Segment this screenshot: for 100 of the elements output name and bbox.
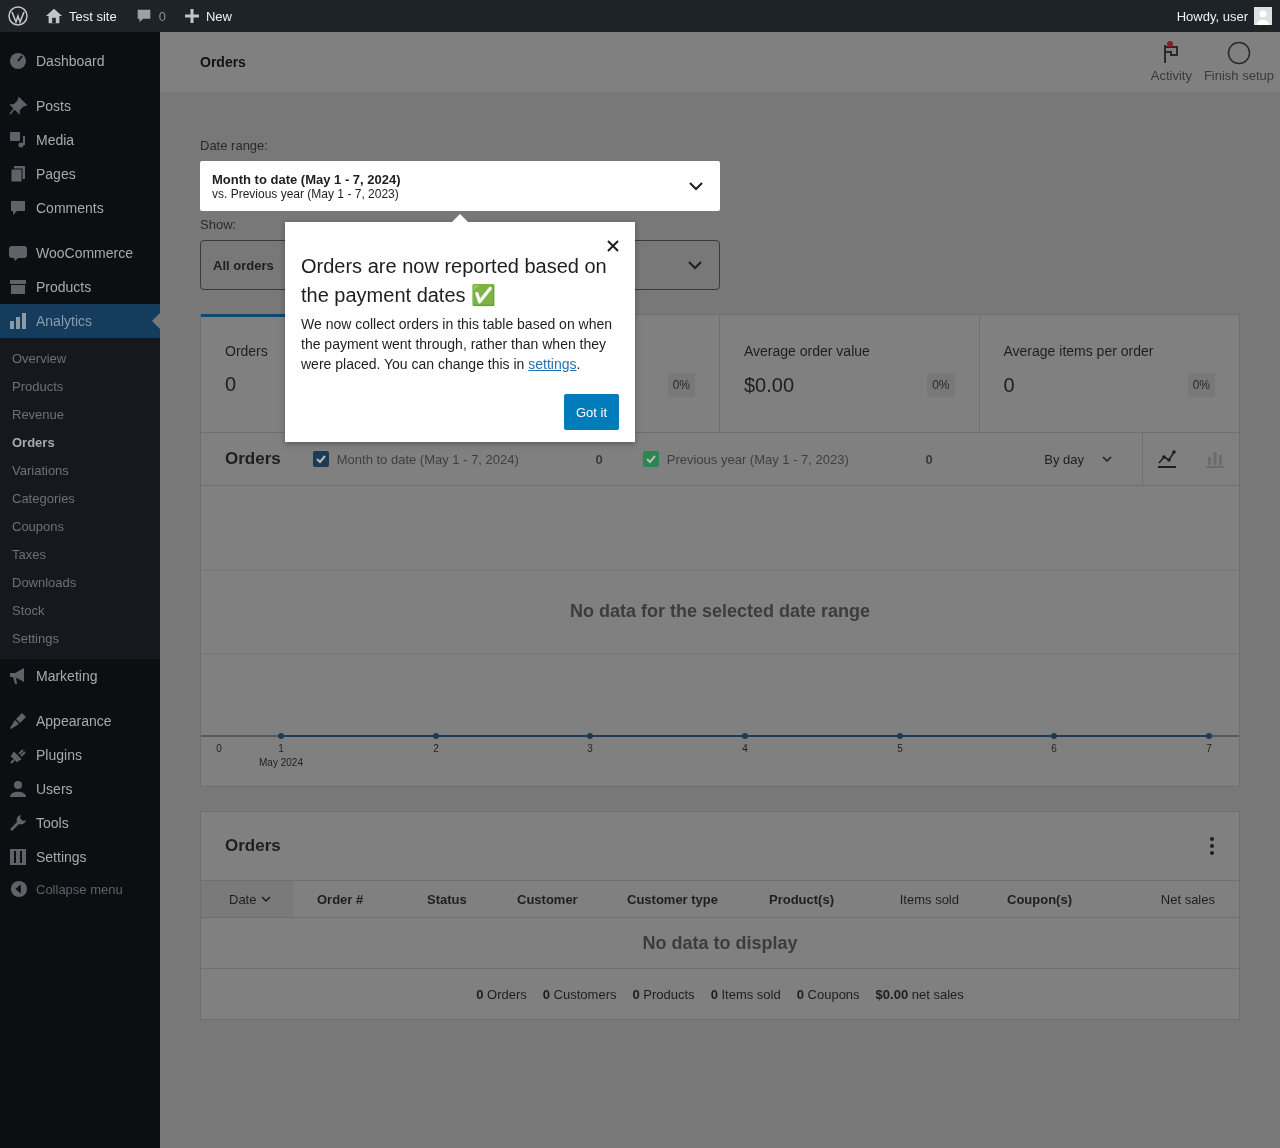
stat-label: Orders: [225, 343, 268, 361]
sidebar-item[interactable]: Comments: [0, 191, 160, 225]
axis-label: 2: [433, 743, 439, 754]
got-it-button[interactable]: Got it: [563, 394, 619, 430]
delta-badge: 0%: [1187, 373, 1215, 397]
stat-tab[interactable]: Average items per order 0 0%: [979, 314, 1239, 432]
summary-item: 0 Orders: [476, 986, 527, 1002]
header-action-button[interactable]: Activity: [1144, 32, 1198, 92]
media-icon: [8, 130, 28, 150]
legend-checkbox[interactable]: [642, 451, 659, 467]
sidebar-item[interactable]: Marketing: [0, 659, 160, 693]
sidebar-item[interactable]: Analytics: [0, 304, 160, 338]
popover-title: Orders are now reported based on the payment dates ✅: [301, 254, 608, 308]
collapse-menu-button[interactable]: Collapse menu: [0, 873, 160, 905]
column-header[interactable]: Status: [403, 881, 493, 917]
submenu-item[interactable]: Settings: [0, 624, 160, 652]
pages-icon: [8, 164, 28, 184]
wordpress-logo-icon[interactable]: [8, 6, 28, 26]
summary-item: 0 Coupons: [796, 986, 860, 1002]
sidebar-item[interactable]: Media: [0, 123, 160, 157]
stat-label: Average order value: [744, 343, 870, 361]
stat-label: Average items per order: [1003, 343, 1154, 361]
legend-checkbox[interactable]: [312, 451, 329, 467]
sidebar-item[interactable]: Dashboard: [0, 44, 160, 78]
sidebar-item[interactable]: Appearance: [0, 704, 160, 738]
table-title: Orders: [225, 836, 281, 856]
chart-title: Orders: [225, 449, 281, 469]
plus-icon[interactable]: [183, 8, 200, 24]
header-action-button[interactable]: Finish setup: [1197, 32, 1280, 92]
submenu-item[interactable]: Categories: [0, 484, 160, 512]
column-header[interactable]: Order #: [293, 881, 403, 917]
settings-link[interactable]: settings: [528, 356, 577, 372]
column-header[interactable]: Coupon(s): [983, 881, 1095, 917]
close-icon[interactable]: [605, 238, 621, 254]
submenu-item[interactable]: Stock: [0, 596, 160, 624]
date-range-dropdown[interactable]: Month to date (May 1 - 7, 2024) vs. Previous year (May 1 - 7, 2023): [200, 161, 720, 211]
summary-item: $0.00 net sales: [875, 986, 964, 1002]
submenu-item[interactable]: Orders: [0, 428, 160, 456]
stat-value: 0: [225, 373, 237, 396]
column-header[interactable]: Customer type: [603, 881, 745, 917]
submenu-item[interactable]: Downloads: [0, 568, 160, 596]
axis-label: 4: [742, 743, 748, 754]
new-link[interactable]: New: [205, 8, 232, 24]
chart-point: [1206, 733, 1212, 739]
chevron-down-icon: [1102, 454, 1112, 464]
archive-icon: [8, 277, 28, 297]
chart-point: [1051, 733, 1057, 739]
legend-label: Month to date (May 1 - 7, 2024): [336, 451, 519, 467]
stat-value: $0.00: [744, 373, 795, 397]
chart-point: [433, 733, 439, 739]
delta-badge: 0%: [927, 373, 955, 397]
wrench-icon: [8, 813, 28, 833]
axis-label: 5: [897, 743, 903, 754]
empty-message: No data for the selected date range: [569, 601, 871, 621]
chart-point: [587, 733, 593, 739]
interval-dropdown[interactable]: By day: [1038, 450, 1118, 468]
axis-label: 6: [1051, 743, 1057, 754]
submenu-item[interactable]: Products: [0, 372, 160, 400]
sidebar-item[interactable]: Pages: [0, 157, 160, 191]
greeting-link[interactable]: Howdy, user: [1176, 8, 1248, 24]
submenu-item[interactable]: Revenue: [0, 400, 160, 428]
sidebar-item[interactable]: Posts: [0, 89, 160, 123]
sort-chevron-icon: [260, 893, 273, 905]
column-header[interactable]: Product(s): [745, 881, 853, 917]
show-label: Show:: [200, 217, 237, 232]
sidebar-item[interactable]: Tools: [0, 806, 160, 840]
legend-label: Previous year (May 1 - 7, 2023): [666, 451, 849, 467]
pin-icon: [8, 96, 28, 116]
summary-item: 0 Items sold: [710, 986, 781, 1002]
popover-text: We now collect orders in this table based on when the payment went through, rather than when they were placed. You can change this in settings.: [301, 315, 614, 374]
comment-count: 0: [158, 8, 166, 24]
line-chart-icon: [1157, 449, 1177, 469]
column-header[interactable]: Customer: [493, 881, 603, 917]
comment-icon: [8, 198, 28, 218]
sidebar-item[interactable]: Products: [0, 270, 160, 304]
axis-label: May 2024: [259, 757, 303, 768]
submenu-item[interactable]: Taxes: [0, 540, 160, 568]
sidebar-item[interactable]: Settings: [0, 840, 160, 874]
circle-icon: [1226, 41, 1251, 65]
column-header[interactable]: Date: [201, 881, 293, 917]
column-header[interactable]: Net sales: [1095, 881, 1239, 917]
stat-tab[interactable]: Average order value $0.00 0%: [720, 314, 980, 432]
sidebar-item[interactable]: Plugins: [0, 738, 160, 772]
brush-icon: [8, 711, 28, 731]
axis-label: 0: [216, 743, 222, 754]
submenu-item[interactable]: Coupons: [0, 512, 160, 540]
axis-label: 1: [278, 743, 284, 754]
sidebar-item[interactable]: Users: [0, 772, 160, 806]
submenu-item[interactable]: Variations: [0, 456, 160, 484]
column-header[interactable]: Items sold: [853, 881, 983, 917]
more-options-icon[interactable]: [1209, 836, 1215, 856]
submenu-item[interactable]: Overview: [0, 344, 160, 372]
home-icon[interactable]: [45, 7, 63, 25]
axis-label: 3: [587, 743, 593, 754]
axis-label: 7: [1206, 743, 1212, 754]
site-name-link[interactable]: Test site: [69, 8, 117, 24]
delta-badge: 0%: [667, 373, 695, 397]
user-icon: [8, 779, 28, 799]
empty-message: No data to display: [642, 932, 798, 954]
sidebar-item[interactable]: WooCommerce: [0, 236, 160, 270]
